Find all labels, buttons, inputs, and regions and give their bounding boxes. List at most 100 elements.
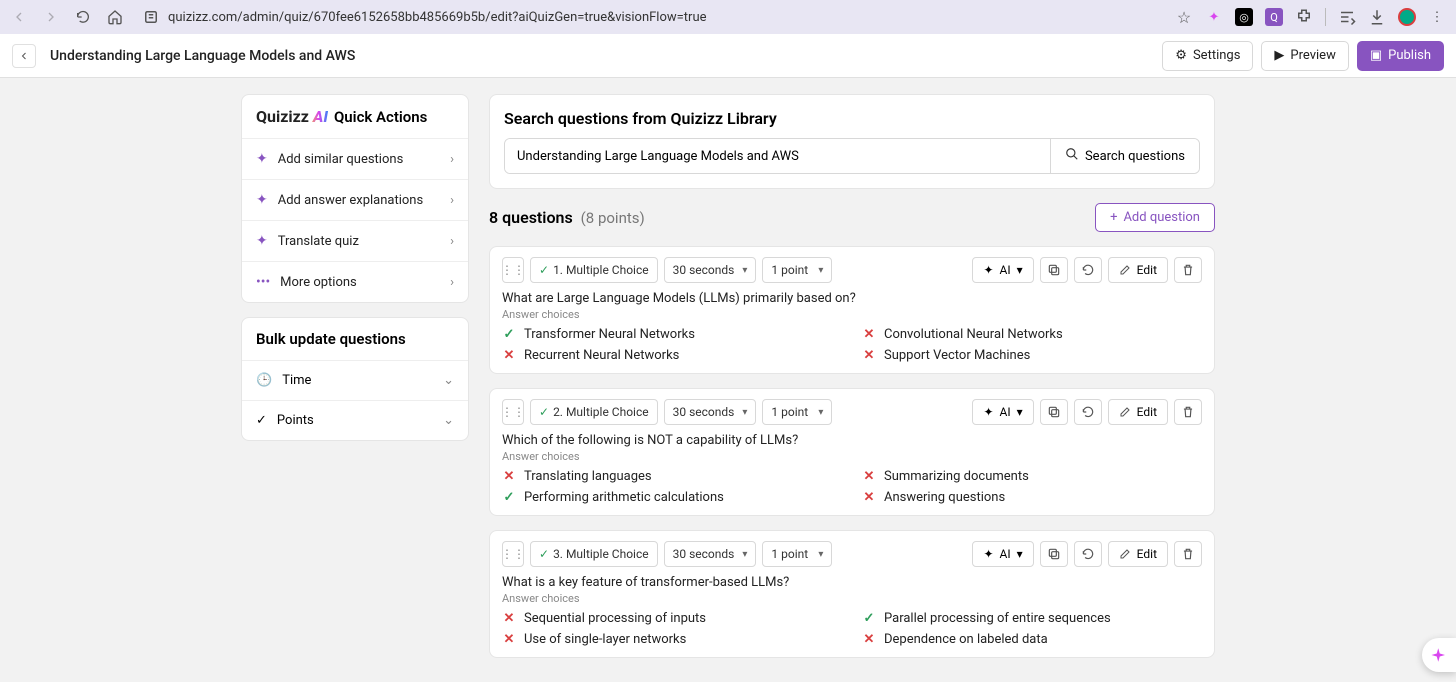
bulk-item[interactable]: ✓Points⌄	[242, 400, 468, 440]
preview-button[interactable]: ▶Preview	[1261, 41, 1348, 71]
check-icon: ✓	[502, 327, 516, 342]
points-pill[interactable]: 1 point▾	[762, 399, 832, 425]
help-fab[interactable]	[1422, 638, 1456, 672]
refresh-button[interactable]	[1074, 541, 1102, 567]
chevron-right-icon: ›	[450, 193, 454, 208]
x-icon: ✕	[862, 469, 876, 484]
plus-icon: +	[1110, 210, 1117, 225]
question-toolbar: ⋮⋮ ✓2. Multiple Choice 30 seconds ▾ 1 poi…	[502, 399, 1202, 425]
bulk-item[interactable]: 🕒Time⌄	[242, 360, 468, 400]
points-pill[interactable]: 1 point ▾	[762, 541, 832, 567]
answer-choice: ✕Support Vector Machines	[862, 348, 1202, 363]
question-type-pill[interactable]: ✓1. Multiple Choice	[530, 257, 658, 283]
menu-icon[interactable]: ⋮	[1428, 8, 1446, 26]
sparkle-icon: ✦	[983, 547, 993, 561]
add-question-button[interactable]: + Add question	[1095, 203, 1215, 232]
edit-button[interactable]: Edit	[1108, 257, 1168, 283]
drag-handle[interactable]: ⋮⋮	[502, 399, 524, 425]
x-icon: ✕	[502, 348, 516, 363]
site-info-icon[interactable]	[142, 8, 160, 26]
sidebar: Quizizz AI Quick Actions ✦Add similar qu…	[241, 94, 469, 682]
nav-buttons	[10, 8, 124, 26]
check-icon: ✓	[539, 405, 549, 419]
drag-handle[interactable]: ⋮⋮	[502, 541, 524, 567]
back-button[interactable]	[12, 44, 36, 68]
ai-label: AI	[1000, 263, 1011, 277]
copy-button[interactable]	[1040, 399, 1068, 425]
quick-action-item[interactable]: ✦Add answer explanations›	[242, 179, 468, 220]
time-label: 30 seconds	[673, 405, 735, 419]
sparkle-icon: ✦	[256, 192, 268, 208]
answer-text: Translating languages	[524, 469, 652, 484]
quick-action-item[interactable]: ✦Translate quiz›	[242, 220, 468, 261]
profile-icon[interactable]	[1398, 8, 1416, 26]
reload-icon[interactable]	[74, 8, 92, 26]
quick-action-label: Translate quiz	[278, 234, 359, 249]
answer-choice: ✕ Answering questions	[862, 490, 1202, 505]
question-type-pill[interactable]: ✓3. Multiple Choice	[530, 541, 658, 567]
refresh-button[interactable]	[1074, 399, 1102, 425]
answer-choice: ✕Use of single-layer networks	[502, 632, 842, 647]
answer-choice: ✕ Translating languages	[502, 469, 842, 484]
answer-text: Use of single-layer networks	[524, 632, 686, 647]
home-icon[interactable]	[106, 8, 124, 26]
answer-text: Summarizing documents	[884, 469, 1029, 484]
settings-button[interactable]: ⚙Settings	[1162, 41, 1253, 71]
extensions-icon[interactable]	[1295, 8, 1313, 26]
copy-button[interactable]	[1040, 541, 1068, 567]
edit-button[interactable]: Edit	[1108, 399, 1168, 425]
back-icon[interactable]	[10, 8, 28, 26]
chevron-down-icon: ▾	[818, 549, 823, 560]
delete-button[interactable]	[1174, 541, 1202, 567]
question-type-pill[interactable]: ✓2. Multiple Choice	[530, 399, 658, 425]
chevron-down-icon: ▾	[1017, 405, 1023, 419]
refresh-button[interactable]	[1074, 257, 1102, 283]
ai-button[interactable]: ✦AI▾	[972, 399, 1033, 425]
x-icon: ✕	[502, 469, 516, 484]
time-label: 30 seconds	[673, 547, 735, 561]
answer-choice: ✕ Summarizing documents	[862, 469, 1202, 484]
publish-button[interactable]: ▣Publish	[1357, 41, 1444, 71]
question-toolbar: ⋮⋮ ✓1. Multiple Choice 30 seconds▾ 1 poi…	[502, 257, 1202, 283]
ext-icon-3[interactable]: Q	[1265, 8, 1283, 26]
edit-button[interactable]: Edit	[1108, 541, 1168, 567]
forward-icon[interactable]	[42, 8, 60, 26]
x-icon: ✕	[862, 490, 876, 505]
answers-grid: ✓Transformer Neural Networks✕Convolution…	[502, 327, 1202, 363]
time-pill[interactable]: 30 seconds▾	[664, 541, 757, 567]
chevron-down-icon: ▾	[742, 407, 747, 418]
delete-button[interactable]	[1174, 399, 1202, 425]
type-label: 1. Multiple Choice	[553, 263, 649, 277]
quick-action-item[interactable]: ✦Add similar questions›	[242, 138, 468, 179]
points-pill[interactable]: 1 point▾	[762, 257, 832, 283]
drag-handle[interactable]: ⋮⋮	[502, 257, 524, 283]
playlist-icon[interactable]	[1338, 8, 1356, 26]
search-button[interactable]: Search questions	[1050, 139, 1199, 173]
settings-label: Settings	[1193, 48, 1240, 63]
answer-choices-label: Answer choices	[502, 592, 1202, 605]
chevron-down-icon: ▾	[742, 265, 747, 276]
quick-action-label: More options	[280, 275, 357, 290]
ai-button[interactable]: ✦AI▾	[972, 541, 1033, 567]
x-icon: ✕	[862, 348, 876, 363]
delete-button[interactable]	[1174, 257, 1202, 283]
question-card: ⋮⋮ ✓1. Multiple Choice 30 seconds▾ 1 poi…	[489, 246, 1215, 374]
download-icon[interactable]	[1368, 8, 1386, 26]
ext-icon-2[interactable]: ◎	[1235, 8, 1253, 26]
time-pill[interactable]: 30 seconds▾	[664, 257, 757, 283]
ext-icon-1[interactable]: ✦	[1205, 8, 1223, 26]
check-icon: ✓	[502, 490, 516, 505]
answer-text: Answering questions	[884, 490, 1005, 505]
quick-actions-title: Quick Actions	[334, 108, 427, 126]
star-icon[interactable]: ☆	[1175, 8, 1193, 26]
search-input[interactable]	[505, 139, 1050, 173]
address-bar[interactable]: quizizz.com/admin/quiz/670fee6152658bb48…	[136, 3, 1163, 31]
ai-label: AI	[1000, 547, 1011, 561]
publish-label: Publish	[1388, 48, 1431, 63]
copy-button[interactable]	[1040, 257, 1068, 283]
points-label: 1 point	[771, 547, 808, 561]
answer-choice: ✕Recurrent Neural Networks	[502, 348, 842, 363]
time-pill[interactable]: 30 seconds ▾	[664, 399, 757, 425]
ai-button[interactable]: ✦AI▾	[972, 257, 1033, 283]
quick-action-item[interactable]: •••More options›	[242, 261, 468, 302]
